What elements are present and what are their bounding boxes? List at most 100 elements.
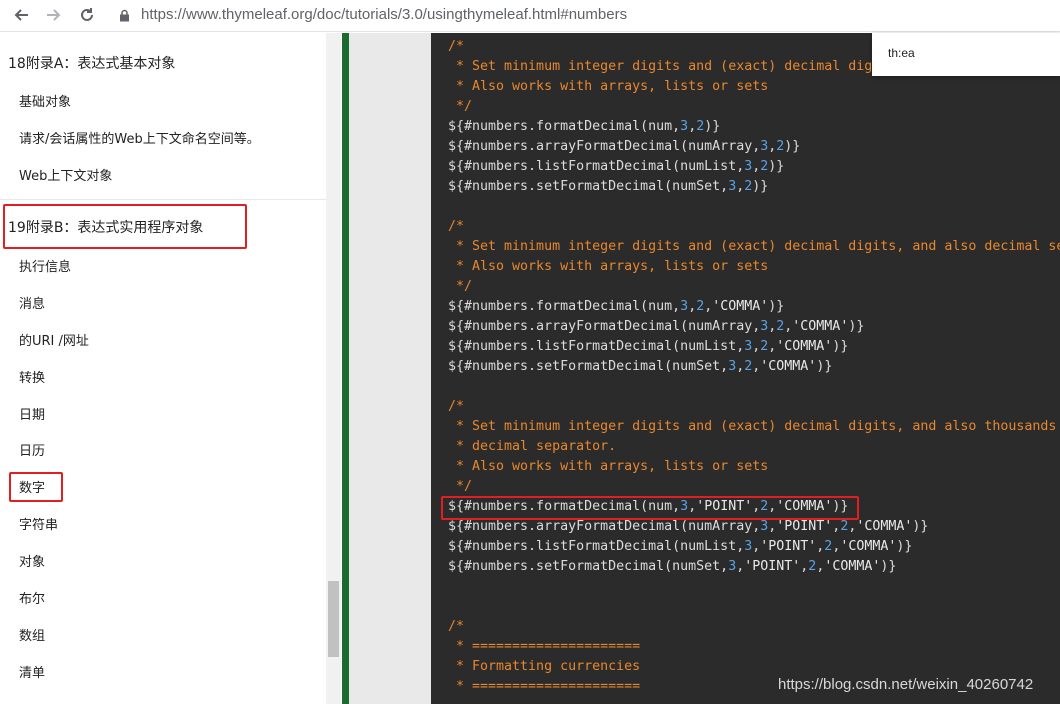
code-token: ${#numbers.listFormatDecimal(numList, bbox=[448, 339, 745, 354]
code-token: 3 bbox=[680, 119, 689, 134]
code-token: /* bbox=[448, 219, 465, 234]
address-bar[interactable]: https://www.thymeleaf.org/doc/tutorials/… bbox=[141, 6, 627, 23]
code-token: )} bbox=[896, 539, 913, 554]
scrollbar-thumb[interactable] bbox=[328, 581, 339, 657]
code-token: 'COMMA' bbox=[760, 359, 817, 374]
code-line: * Formatting currencies bbox=[448, 657, 640, 677]
code-token: ${#numbers.setFormatDecimal(numSet, bbox=[448, 559, 729, 574]
code-token: /* bbox=[448, 619, 465, 634]
code-line: /* bbox=[448, 397, 464, 417]
code-line: * Also works with arrays, lists or sets bbox=[448, 77, 768, 97]
popup-text: th:ea bbox=[888, 46, 915, 60]
watermark: https://blog.csdn.net/weixin_40260742 bbox=[778, 676, 1034, 693]
code-token: 'COMMA' bbox=[712, 299, 769, 314]
toc-heading-appendix-a[interactable]: 18附录A：表达式基本对象 bbox=[8, 53, 175, 73]
code-line: * decimal separator. bbox=[448, 437, 616, 457]
code-token: * ===================== bbox=[448, 639, 641, 654]
forward-arrow-icon[interactable] bbox=[43, 4, 65, 26]
toc-item[interactable]: 请求/会话属性的Web上下文命名空间等。 bbox=[19, 128, 260, 147]
toc-item[interactable]: 对象 bbox=[19, 551, 45, 570]
code-line: */ bbox=[448, 277, 472, 297]
code-token: 'COMMA' bbox=[856, 519, 913, 534]
code-token: * Also works with arrays, lists or sets bbox=[448, 79, 769, 94]
code-line: ${#numbers.listFormatDecimal(numList,3,'… bbox=[448, 537, 912, 557]
code-token: 'POINT' bbox=[776, 519, 833, 534]
toc-item[interactable]: 转换 bbox=[19, 367, 45, 386]
toc-item[interactable]: 清单 bbox=[19, 662, 45, 681]
code-line: ${#numbers.setFormatDecimal(numSet,3,'PO… bbox=[448, 557, 896, 577]
code-line: */ bbox=[448, 477, 472, 497]
code-token: ${#numbers.formatDecimal(num, bbox=[448, 119, 681, 134]
toc-item[interactable]: 的URI /网址 bbox=[19, 330, 89, 349]
code-line: /* bbox=[448, 217, 464, 237]
code-token: * Formatting currencies bbox=[448, 659, 641, 674]
back-arrow-icon[interactable] bbox=[10, 4, 32, 26]
code-token: )} bbox=[848, 319, 865, 334]
code-token: )} bbox=[880, 559, 897, 574]
code-line: * Set minimum integer digits and (exact)… bbox=[448, 417, 1056, 437]
code-token: )} bbox=[704, 119, 721, 134]
code-token: , bbox=[688, 299, 697, 314]
toc-item[interactable]: 日历 bbox=[19, 440, 45, 459]
code-line: /* bbox=[448, 37, 464, 57]
code-line: ${#numbers.formatDecimal(num,3,2,'COMMA'… bbox=[448, 297, 784, 317]
code-line: ${#numbers.arrayFormatDecimal(numArray,3… bbox=[448, 517, 928, 537]
highlight-box bbox=[441, 496, 859, 520]
code-token: */ bbox=[448, 479, 473, 494]
code-token: )} bbox=[768, 299, 785, 314]
toc-item[interactable]: 日期 bbox=[19, 404, 45, 423]
code-token: */ bbox=[448, 279, 473, 294]
code-token: 'COMMA' bbox=[840, 539, 897, 554]
code-line: ${#numbers.arrayFormatDecimal(numArray,3… bbox=[448, 317, 864, 337]
code-token: */ bbox=[448, 99, 473, 114]
autocomplete-popup[interactable]: th:ea bbox=[872, 33, 1060, 76]
code-token: )} bbox=[784, 139, 801, 154]
code-line: /* bbox=[448, 617, 464, 637]
code-token: ${#numbers.listFormatDecimal(numList, bbox=[448, 159, 745, 174]
code-token: * Set minimum integer digits and (exact)… bbox=[448, 239, 1060, 254]
toc-item[interactable]: Web上下文对象 bbox=[19, 165, 112, 184]
code-token: )} bbox=[768, 159, 785, 174]
code-token: * Set minimum integer digits and (exact)… bbox=[448, 59, 873, 74]
code-token: ${#numbers.setFormatDecimal(numSet, bbox=[448, 359, 729, 374]
code-token: ${#numbers.formatDecimal(num, bbox=[448, 299, 681, 314]
code-token: 'COMMA' bbox=[792, 319, 849, 334]
code-token: * Also works with arrays, lists or sets bbox=[448, 459, 769, 474]
reload-icon[interactable] bbox=[76, 4, 98, 26]
code-token: /* bbox=[448, 39, 465, 54]
highlight-box bbox=[9, 472, 63, 502]
code-block: /* * Set minimum integer digits and (exa… bbox=[431, 33, 1060, 704]
code-token: )} bbox=[832, 339, 849, 354]
highlight-box bbox=[3, 204, 247, 249]
code-token: /* bbox=[448, 399, 465, 414]
divider bbox=[0, 199, 326, 200]
divider-bar bbox=[342, 33, 349, 704]
code-line: ${#numbers.arrayFormatDecimal(numArray,3… bbox=[448, 137, 800, 157]
code-token: 'COMMA' bbox=[824, 559, 881, 574]
code-token: ${#numbers.arrayFormatDecimal(numArray, bbox=[448, 319, 761, 334]
code-token: 'POINT' bbox=[760, 539, 817, 554]
code-line: * Also works with arrays, lists or sets bbox=[448, 457, 768, 477]
toc-sidebar: 18附录A：表达式基本对象 基础对象 请求/会话属性的Web上下文命名空间等。 … bbox=[0, 33, 326, 704]
code-token: 'COMMA' bbox=[776, 339, 833, 354]
toc-item[interactable]: 布尔 bbox=[19, 588, 45, 607]
toc-item[interactable]: 数组 bbox=[19, 625, 45, 644]
toc-item[interactable]: 基础对象 bbox=[19, 91, 71, 110]
code-token: , bbox=[688, 119, 697, 134]
code-line: ${#numbers.formatDecimal(num,3,2)} bbox=[448, 117, 720, 137]
toc-item[interactable]: 执行信息 bbox=[19, 256, 71, 275]
content-margin bbox=[349, 33, 431, 704]
code-token: ${#numbers.setFormatDecimal(numSet, bbox=[448, 179, 729, 194]
browser-toolbar: https://www.thymeleaf.org/doc/tutorials/… bbox=[0, 0, 1060, 32]
toc-item[interactable]: 消息 bbox=[19, 293, 45, 312]
code-token: * Set minimum integer digits and (exact)… bbox=[448, 419, 1057, 434]
code-line: * Set minimum integer digits and (exact)… bbox=[448, 57, 872, 77]
code-token: )} bbox=[752, 179, 769, 194]
toc-item[interactable]: 字符串 bbox=[19, 514, 58, 533]
code-line: ${#numbers.setFormatDecimal(numSet,3,2)} bbox=[448, 177, 768, 197]
code-token: )} bbox=[912, 519, 929, 534]
code-token: )} bbox=[816, 359, 833, 374]
code-token: * Also works with arrays, lists or sets bbox=[448, 259, 769, 274]
code-token: * ===================== bbox=[448, 679, 641, 694]
lock-icon[interactable] bbox=[119, 9, 130, 22]
